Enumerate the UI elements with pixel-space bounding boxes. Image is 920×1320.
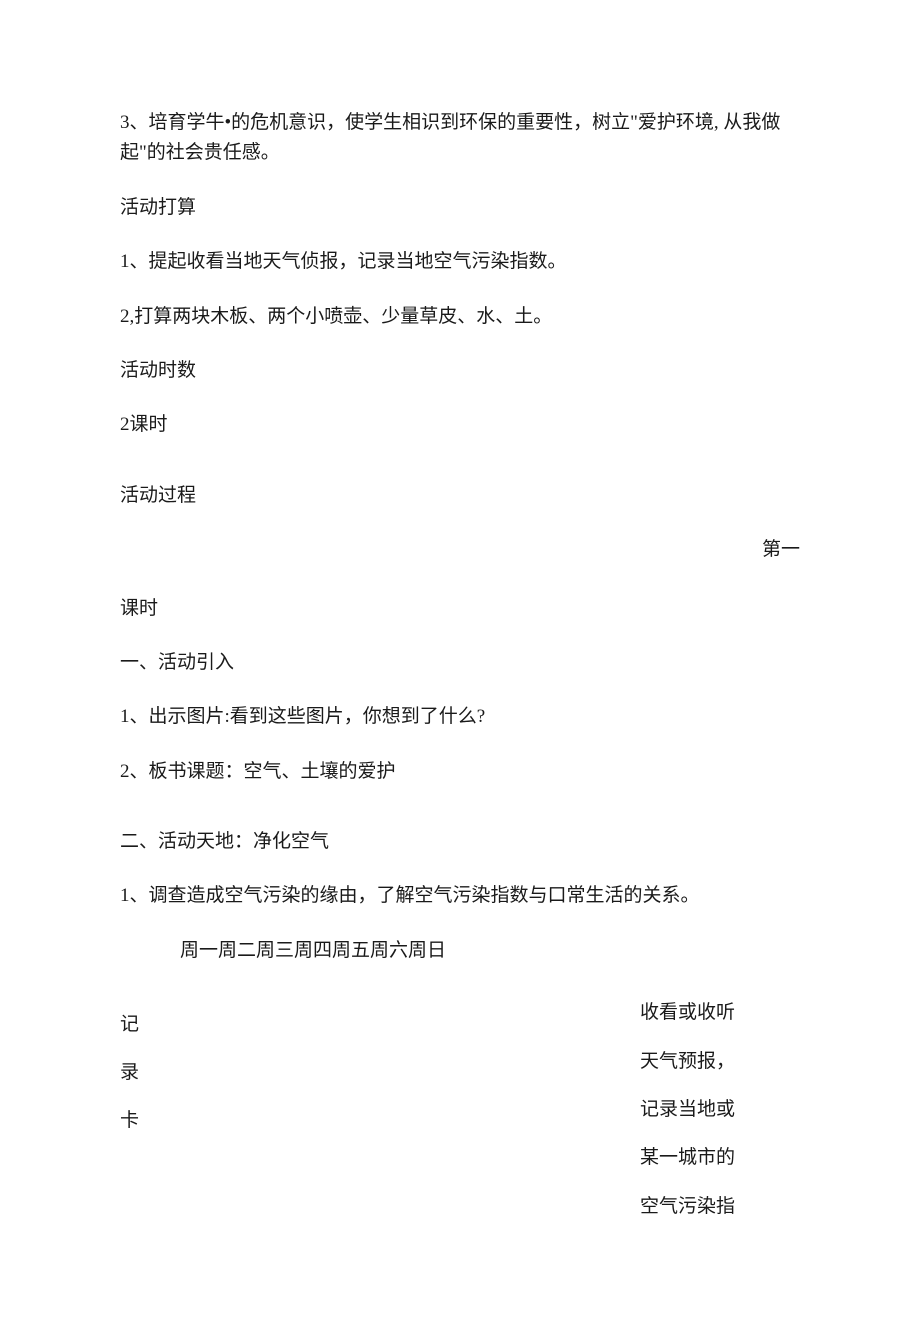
side-line-1: 收看或收听 [640,998,800,1028]
section-1-item-1: 1、出示图片:看到这些图片，你想到了什么? [120,702,800,732]
side-line-5: 空气污染指 [640,1192,800,1222]
section-1-title: 一、活动引入 [120,648,800,678]
first-lesson-right: 第一 [120,535,800,565]
section-1-item-2: 2、板书课题：空气、土壤的爱护 [120,757,800,787]
prep-item-1: 1、提起收看当地天气侦报，记录当地空气污染指数。 [120,247,800,277]
process-title: 活动过程 [120,481,800,511]
paragraph-item-3: 3、培育学牛•的危机意识，使学生相识到环保的重要性，树立"爱护环境, 从我做起"… [120,108,800,169]
hours-value: 2课时 [120,410,800,440]
weekday-row: 周一周二周三周四周五周六周日 [120,936,800,966]
side-line-2: 天气预报， [640,1047,800,1077]
prep-title: 活动打算 [120,193,800,223]
section-2-title: 二、活动天地：净化空气 [120,827,800,857]
document-page: 3、培育学牛•的危机意识，使学生相识到环保的重要性，树立"爱护环境, 从我做起"… [0,0,920,1320]
side-line-3: 记录当地或 [640,1095,800,1125]
side-line-4: 某一城市的 [640,1143,800,1173]
side-note-block: 收看或收听 天气预报， 记录当地或 某一城市的 空气污染指 [640,998,800,1240]
lesson-hour: 课时 [120,594,800,624]
section-2-item-1: 1、调查造成空气污染的缘由，了解空气污染指数与口常生活的关系。 [120,881,800,911]
hours-title: 活动时数 [120,356,800,386]
prep-item-2: 2,打算两块木板、两个小喷壶、少量草皮、水、土。 [120,302,800,332]
